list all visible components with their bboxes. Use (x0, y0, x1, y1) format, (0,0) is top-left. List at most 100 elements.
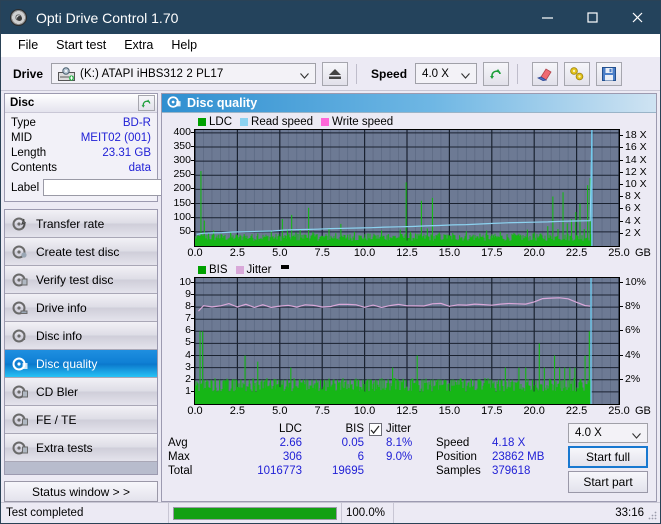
maximize-icon[interactable] (570, 1, 615, 34)
disc-key-mid: MID (11, 132, 33, 144)
erase-button[interactable] (532, 61, 559, 86)
chart1-plot[interactable] (194, 129, 620, 247)
sidebar-label-transfer-rate: Transfer rate (36, 216, 105, 231)
stats-label-avg: Avg (168, 437, 188, 449)
legend-write-speed: Write speed (321, 116, 393, 128)
charts-container: LDC Read speed Write speed 50 100 150 20… (162, 113, 656, 419)
disc-transfer-icon (12, 216, 28, 232)
legend-label-write-speed: Write speed (332, 116, 394, 128)
x-tick-label: 5.0 (272, 405, 288, 417)
y-tick-label-right: 18 X (625, 129, 647, 142)
resize-grip[interactable] (647, 510, 657, 520)
drive-icon (58, 66, 76, 81)
chevron-down-icon (461, 70, 470, 82)
progress-percent: 100.0% (341, 503, 393, 523)
legend-ldc: LDC (198, 116, 232, 128)
stats-position-value: 23862 MB (492, 451, 545, 463)
y-tick-right (620, 196, 623, 198)
menu-item-file[interactable]: File (9, 35, 47, 55)
x-tick-label: 5.0 (272, 247, 288, 259)
stats-ldc-total: 1016773 (257, 465, 302, 477)
save-button[interactable] (596, 61, 623, 86)
action-buttons: 4.0 X Start full Start part (564, 423, 650, 493)
x-tick-label: 10.0 (353, 405, 376, 417)
chart2-y-axis-left: 1 2 3 4 5 6 7 8 9 10 (164, 276, 194, 403)
main-body: Disc Type BD-R MID MEIT02 (001) Length 2… (1, 91, 660, 502)
x-tick-label: 17.5 (481, 405, 503, 417)
close-icon[interactable] (615, 1, 660, 34)
y-tick-right (620, 354, 623, 356)
chart2-plot[interactable] (194, 277, 620, 405)
sidebar-label-drive-info: Drive info (36, 300, 87, 315)
stats-speed-value: 4.18 X (492, 437, 526, 449)
y-tick-label: 400 (173, 125, 191, 138)
refresh-button[interactable] (483, 61, 510, 86)
speed-select[interactable]: 4.0 X (415, 63, 478, 84)
test-speed-select[interactable]: 4.0 X (568, 423, 648, 443)
menu-item-start-test[interactable]: Start test (47, 35, 115, 55)
y-tick-label-right: 2% (625, 372, 641, 385)
chart1-x-axis: 0.0 2.5 5.0 7.5 10.0 12.5 15.0 17.5 20.0 22.5 25.0… (164, 247, 654, 261)
y-tick-right (620, 183, 623, 185)
chart2-legend: BIS Jitter (164, 263, 654, 277)
sidebar-item-cd-bler[interactable]: CD Bler (5, 378, 157, 406)
sidebar-label-extra-tests: Extra tests (36, 440, 93, 455)
stats-label-max: Max (168, 451, 190, 463)
disc-bler-icon (12, 384, 28, 400)
sidebar-label-disc-quality: Disc quality (36, 356, 98, 371)
y-tick-label: 250 (173, 168, 191, 181)
y-tick-label-right: 4 X (625, 214, 641, 227)
legend-swatch-ldc (198, 118, 206, 126)
legend-swatch-read-speed (240, 118, 249, 126)
disc-info-header: Disc (5, 94, 157, 113)
stats-header-bis: BIS (345, 423, 364, 435)
y-tick-right (620, 220, 623, 222)
nav-filler (5, 462, 157, 474)
y-tick-right (620, 147, 623, 149)
sidebar-label-verify-test-disc: Verify test disc (36, 272, 114, 287)
y-tick-label-right: 16 X (625, 141, 647, 154)
sidebar-item-create-test-disc[interactable]: Create test disc (5, 238, 157, 266)
disc-refresh-button[interactable] (138, 95, 155, 111)
disc-row-contents: Contents data (11, 161, 151, 176)
y-tick-right (620, 281, 623, 283)
y-tick-label-right: 8% (625, 300, 641, 313)
y-tick-right (620, 208, 623, 210)
x-axis-unit: GB (635, 247, 651, 259)
tools-button[interactable] (564, 61, 591, 86)
menu-item-help[interactable]: Help (162, 35, 206, 55)
start-part-button[interactable]: Start part (568, 471, 648, 493)
menu-item-extra[interactable]: Extra (115, 35, 162, 55)
eject-button[interactable] (322, 61, 349, 86)
sidebar-item-disc-quality[interactable]: Disc quality (5, 350, 157, 378)
sidebar-item-extra-tests[interactable]: Extra tests (5, 434, 157, 462)
drive-select[interactable]: (K:) ATAPI iHBS312 2 PL17 (51, 63, 317, 84)
legend-read-speed: Read speed (240, 116, 313, 128)
sidebar-label-create-test-disc: Create test disc (36, 244, 120, 259)
sidebar-item-transfer-rate[interactable]: Transfer rate (5, 210, 157, 238)
stats-bis-max: 6 (357, 451, 364, 463)
minimize-icon[interactable] (525, 1, 570, 34)
progress-bar (173, 506, 337, 520)
chart-bis-jitter: BIS Jitter 1 2 3 4 5 6 7 8 9 10 2% 4% 6% 8% 10% (164, 263, 654, 419)
sidebar-item-disc-info[interactable]: Disc info (5, 322, 157, 350)
sidebar-item-fe-te[interactable]: FE / TE (5, 406, 157, 434)
stats-keys-right: Speed Position Samples (430, 423, 492, 493)
stats-area: Avg Max Total LDC 2.66 306 1016773 BIS 0… (162, 419, 656, 497)
legend-bis: BIS (198, 264, 228, 276)
x-tick-label: 7.5 (314, 405, 330, 417)
x-tick-label: 12.5 (396, 247, 418, 259)
start-full-button[interactable]: Start full (568, 446, 648, 468)
sidebar: Disc Type BD-R MID MEIT02 (001) Length 2… (1, 91, 243, 502)
disc-value-contents: data (128, 162, 151, 174)
jitter-checkbox[interactable] (368, 423, 382, 436)
sidebar-item-verify-test-disc[interactable]: Verify test disc (5, 266, 157, 294)
sidebar-item-drive-info[interactable]: Drive info (5, 294, 157, 322)
status-window-button[interactable]: Status window > > (4, 481, 158, 502)
speed-value: 4.0 X (422, 67, 449, 80)
legend-swatch-bis (198, 266, 206, 274)
test-speed-value: 4.0 X (575, 427, 602, 439)
y-tick-label: 50 (179, 224, 191, 237)
disc-extra-icon (12, 440, 28, 456)
y-tick-label-right: 14 X (625, 153, 647, 166)
